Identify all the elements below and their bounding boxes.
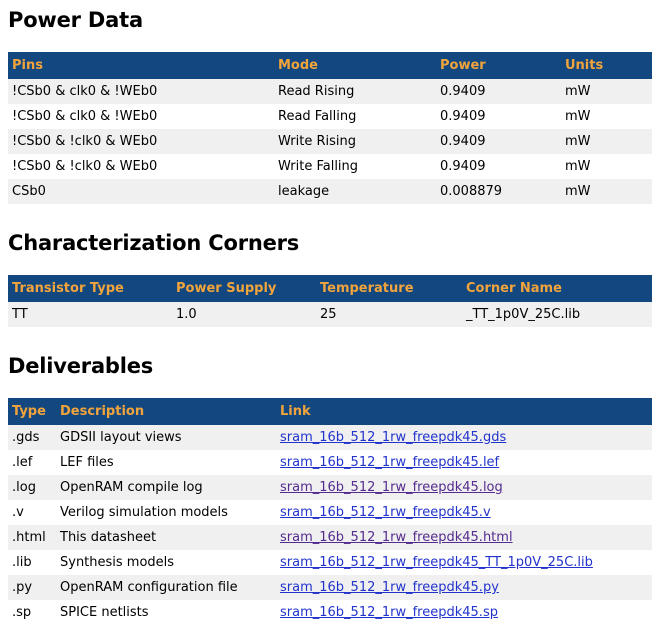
section-title-power-data: Power Data bbox=[8, 8, 652, 32]
deliverables-table: Type Description Link .gdsGDSII layout v… bbox=[8, 398, 652, 625]
table-cell: OpenRAM compile log bbox=[56, 475, 276, 500]
power-table-head: Pins Mode Power Units bbox=[8, 52, 652, 79]
table-cell: This datasheet bbox=[56, 525, 276, 550]
file-link[interactable]: sram_16b_512_1rw_freepdk45.html bbox=[280, 530, 513, 545]
table-row: .logOpenRAM compile log sram_16b_512_1rw_… bbox=[8, 475, 652, 500]
table-cell: .lib bbox=[8, 550, 56, 575]
section-title-characterization-corners: Characterization Corners bbox=[8, 231, 652, 255]
characterization-corners-table: Transistor Type Power Supply Temperature… bbox=[8, 275, 652, 327]
table-header-row: Transistor Type Power Supply Temperature… bbox=[8, 275, 652, 302]
table-row: .libSynthesis models sram_16b_512_1rw_fre… bbox=[8, 550, 652, 575]
column-header-units: Units bbox=[561, 52, 652, 79]
table-row: .pyOpenRAM configuration file sram_16b_51… bbox=[8, 575, 652, 600]
table-cell: !CSb0 & !clk0 & WEb0 bbox=[8, 154, 274, 179]
file-link[interactable]: sram_16b_512_1rw_freepdk45.sp bbox=[280, 605, 498, 620]
table-cell: mW bbox=[561, 154, 652, 179]
column-header-description: Description bbox=[56, 398, 276, 425]
table-cell: TT bbox=[8, 302, 172, 327]
table-cell: .log bbox=[8, 475, 56, 500]
corners-table-body: TT1.025_TT_1p0V_25C.lib bbox=[8, 302, 652, 327]
column-header-power-supply: Power Supply bbox=[172, 275, 316, 302]
link-cell: sram_16b_512_1rw_freepdk45.lef bbox=[276, 450, 652, 475]
column-header-type: Type bbox=[8, 398, 56, 425]
table-cell: Read Rising bbox=[274, 79, 436, 104]
column-header-corner-name: Corner Name bbox=[462, 275, 652, 302]
table-cell: .lef bbox=[8, 450, 56, 475]
column-header-transistor-type: Transistor Type bbox=[8, 275, 172, 302]
table-cell: .sp bbox=[8, 600, 56, 625]
power-data-table: Pins Mode Power Units !CSb0 & clk0 & !WE… bbox=[8, 52, 652, 204]
link-cell: sram_16b_512_1rw_freepdk45.log bbox=[276, 475, 652, 500]
table-cell: Read Falling bbox=[274, 104, 436, 129]
column-header-mode: Mode bbox=[274, 52, 436, 79]
table-cell: _TT_1p0V_25C.lib bbox=[462, 302, 652, 327]
column-header-link: Link bbox=[276, 398, 652, 425]
file-link[interactable]: sram_16b_512_1rw_freepdk45.lef bbox=[280, 455, 499, 470]
table-row: .htmlThis datasheet sram_16b_512_1rw_free… bbox=[8, 525, 652, 550]
table-row: TT1.025_TT_1p0V_25C.lib bbox=[8, 302, 652, 327]
table-cell: leakage bbox=[274, 179, 436, 204]
datasheet-page: Power Data Pins Mode Power Units !CSb0 &… bbox=[0, 0, 660, 639]
section-title-deliverables: Deliverables bbox=[8, 354, 652, 378]
table-cell: 0.008879 bbox=[436, 179, 561, 204]
table-cell: .html bbox=[8, 525, 56, 550]
table-cell: 0.9409 bbox=[436, 79, 561, 104]
table-cell: GDSII layout views bbox=[56, 425, 276, 450]
table-cell: !CSb0 & clk0 & !WEb0 bbox=[8, 79, 274, 104]
table-row: .vVerilog simulation models sram_16b_512_… bbox=[8, 500, 652, 525]
file-link[interactable]: sram_16b_512_1rw_freepdk45.gds bbox=[280, 430, 506, 445]
table-row: !CSb0 & !clk0 & WEb0Write Falling0.9409m… bbox=[8, 154, 652, 179]
table-header-row: Type Description Link bbox=[8, 398, 652, 425]
table-cell: 1.0 bbox=[172, 302, 316, 327]
table-cell: Synthesis models bbox=[56, 550, 276, 575]
link-cell: sram_16b_512_1rw_freepdk45.py bbox=[276, 575, 652, 600]
table-row: .spSPICE netlists sram_16b_512_1rw_freepd… bbox=[8, 600, 652, 625]
table-header-row: Pins Mode Power Units bbox=[8, 52, 652, 79]
table-cell: mW bbox=[561, 79, 652, 104]
column-header-pins: Pins bbox=[8, 52, 274, 79]
table-row: !CSb0 & clk0 & !WEb0Read Rising0.9409mW bbox=[8, 79, 652, 104]
column-header-temperature: Temperature bbox=[316, 275, 462, 302]
table-cell: mW bbox=[561, 179, 652, 204]
table-row: !CSb0 & !clk0 & WEb0Write Rising0.9409mW bbox=[8, 129, 652, 154]
table-cell: mW bbox=[561, 129, 652, 154]
table-cell: !CSb0 & !clk0 & WEb0 bbox=[8, 129, 274, 154]
link-cell: sram_16b_512_1rw_freepdk45.v bbox=[276, 500, 652, 525]
table-row: !CSb0 & clk0 & !WEb0Read Falling0.9409mW bbox=[8, 104, 652, 129]
table-cell: .py bbox=[8, 575, 56, 600]
deliverables-table-head: Type Description Link bbox=[8, 398, 652, 425]
table-row: .lefLEF files sram_16b_512_1rw_freepdk45.… bbox=[8, 450, 652, 475]
table-row: CSb0leakage0.008879mW bbox=[8, 179, 652, 204]
table-cell: .gds bbox=[8, 425, 56, 450]
link-cell: sram_16b_512_1rw_freepdk45.gds bbox=[276, 425, 652, 450]
table-cell: mW bbox=[561, 104, 652, 129]
table-cell: Verilog simulation models bbox=[56, 500, 276, 525]
corners-table-head: Transistor Type Power Supply Temperature… bbox=[8, 275, 652, 302]
table-cell: .v bbox=[8, 500, 56, 525]
file-link[interactable]: sram_16b_512_1rw_freepdk45.v bbox=[280, 505, 491, 520]
deliverables-table-body: .gdsGDSII layout views sram_16b_512_1rw_f… bbox=[8, 425, 652, 625]
power-table-body: !CSb0 & clk0 & !WEb0Read Rising0.9409mW!… bbox=[8, 79, 652, 204]
table-cell: 0.9409 bbox=[436, 154, 561, 179]
table-cell: CSb0 bbox=[8, 179, 274, 204]
link-cell: sram_16b_512_1rw_freepdk45_TT_1p0V_25C.l… bbox=[276, 550, 652, 575]
table-cell: 0.9409 bbox=[436, 129, 561, 154]
table-cell: SPICE netlists bbox=[56, 600, 276, 625]
table-cell: Write Rising bbox=[274, 129, 436, 154]
file-link[interactable]: sram_16b_512_1rw_freepdk45.py bbox=[280, 580, 499, 595]
link-cell: sram_16b_512_1rw_freepdk45.sp bbox=[276, 600, 652, 625]
file-link[interactable]: sram_16b_512_1rw_freepdk45.log bbox=[280, 480, 503, 495]
table-cell: 25 bbox=[316, 302, 462, 327]
table-cell: !CSb0 & clk0 & !WEb0 bbox=[8, 104, 274, 129]
file-link[interactable]: sram_16b_512_1rw_freepdk45_TT_1p0V_25C.l… bbox=[280, 555, 593, 570]
table-cell: Write Falling bbox=[274, 154, 436, 179]
column-header-power: Power bbox=[436, 52, 561, 79]
table-cell: OpenRAM configuration file bbox=[56, 575, 276, 600]
table-cell: 0.9409 bbox=[436, 104, 561, 129]
table-cell: LEF files bbox=[56, 450, 276, 475]
link-cell: sram_16b_512_1rw_freepdk45.html bbox=[276, 525, 652, 550]
table-row: .gdsGDSII layout views sram_16b_512_1rw_f… bbox=[8, 425, 652, 450]
